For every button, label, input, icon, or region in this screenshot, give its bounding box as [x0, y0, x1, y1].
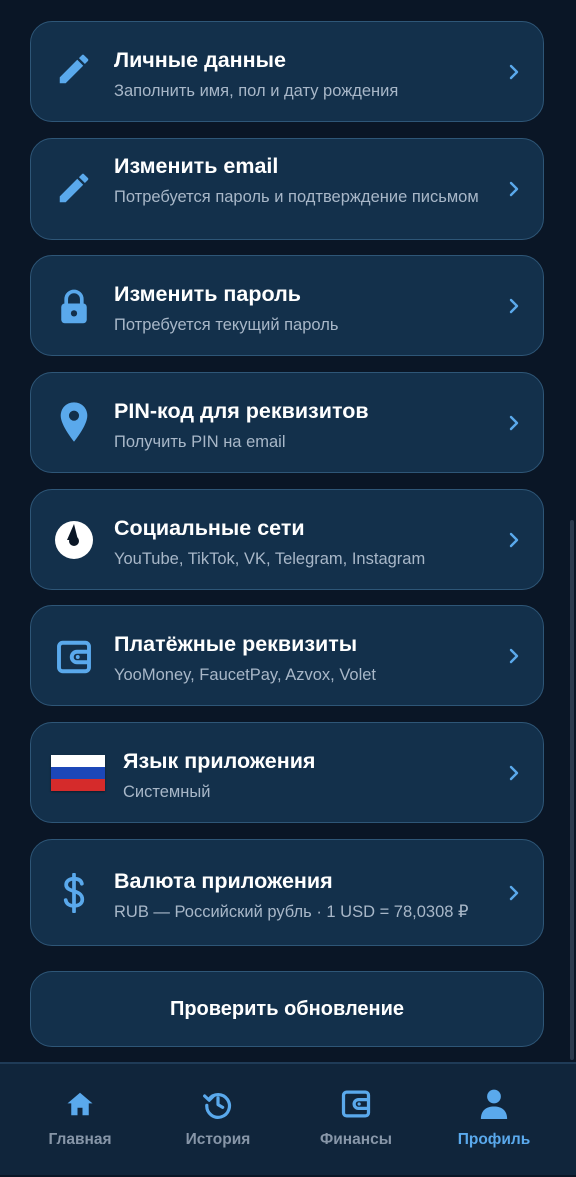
settings-item-subtitle: YooMoney, FaucetPay, Azvox, Volet: [114, 666, 377, 684]
settings-item-title: Личные данные: [114, 48, 286, 72]
settings-item-personal-data[interactable]: Личные данные Заполнить имя, пол и дату …: [30, 21, 544, 122]
settings-item-payment-details[interactable]: Платёжные реквизиты YooMoney, FaucetPay,…: [30, 605, 544, 706]
settings-item-subtitle: Потребуется пароль и подтверждение письм…: [114, 188, 479, 206]
dollar-icon: [53, 872, 95, 914]
settings-item-social-networks[interactable]: Социальные сети YouTube, TikTok, VK, Tel…: [30, 489, 544, 590]
settings-item-change-password[interactable]: Изменить пароль Потребуется текущий паро…: [30, 255, 544, 356]
settings-item-title: Язык приложения: [123, 749, 316, 773]
settings-item-subtitle: Потребуется текущий пароль: [114, 316, 339, 334]
pencil-icon: [53, 48, 95, 90]
pencil-icon: [53, 167, 95, 209]
scrollbar[interactable]: [570, 520, 574, 1060]
bottom-navigation: Главная История Финансы Профиль: [0, 1062, 576, 1175]
settings-item-change-email[interactable]: Изменить email Потребуется пароль и подт…: [30, 138, 544, 240]
profile-icon: [476, 1086, 512, 1122]
settings-item-subtitle: Системный: [123, 783, 211, 801]
nav-label: Профиль: [457, 1131, 531, 1148]
lock-icon: [53, 286, 95, 328]
settings-item-subtitle: RUB — Российский рубль · 1 USD = 78,0308…: [114, 903, 469, 921]
nav-label: Финансы: [320, 1131, 392, 1148]
home-icon: [62, 1086, 98, 1122]
chevron-right-icon: [509, 298, 519, 314]
nav-item-home[interactable]: Главная: [8, 1064, 152, 1177]
nav-item-history[interactable]: История: [146, 1064, 290, 1177]
nav-item-profile[interactable]: Профиль: [422, 1064, 566, 1177]
check-update-button[interactable]: Проверить обновление: [30, 971, 544, 1047]
settings-item-title: PIN-код для реквизитов: [114, 399, 369, 423]
nav-label: Главная: [48, 1131, 112, 1148]
settings-item-title: Социальные сети: [114, 516, 305, 540]
settings-item-subtitle: Заполнить имя, пол и дату рождения: [114, 82, 399, 100]
settings-item-pin-code[interactable]: PIN-код для реквизитов Получить PIN на e…: [30, 372, 544, 473]
chevron-right-icon: [509, 181, 519, 197]
settings-item-app-language[interactable]: Язык приложения Системный: [30, 722, 544, 823]
nav-label: История: [185, 1131, 251, 1148]
nav-item-finance[interactable]: Финансы: [284, 1064, 428, 1177]
russian-flag-icon: [51, 755, 105, 791]
settings-item-app-currency[interactable]: Валюта приложения RUB — Российский рубль…: [30, 839, 544, 946]
wallet-icon: [53, 636, 95, 678]
chevron-right-icon: [509, 885, 519, 901]
settings-item-title: Платёжные реквизиты: [114, 632, 358, 656]
location-pin-icon: [53, 401, 95, 443]
social-clock-icon: [53, 519, 95, 561]
history-icon: [200, 1086, 236, 1122]
chevron-right-icon: [509, 64, 519, 80]
settings-item-subtitle: Получить PIN на email: [114, 433, 286, 451]
chevron-right-icon: [509, 765, 519, 781]
settings-item-subtitle: YouTube, TikTok, VK, Telegram, Instagram: [114, 550, 426, 568]
chevron-right-icon: [509, 415, 519, 431]
settings-item-title: Валюта приложения: [114, 869, 333, 893]
settings-item-title: Изменить email: [114, 154, 279, 178]
chevron-right-icon: [509, 648, 519, 664]
wallet-icon: [338, 1086, 374, 1122]
chevron-right-icon: [509, 532, 519, 548]
settings-list[interactable]: Личные данные Заполнить имя, пол и дату …: [0, 0, 576, 1062]
settings-item-title: Изменить пароль: [114, 282, 301, 306]
